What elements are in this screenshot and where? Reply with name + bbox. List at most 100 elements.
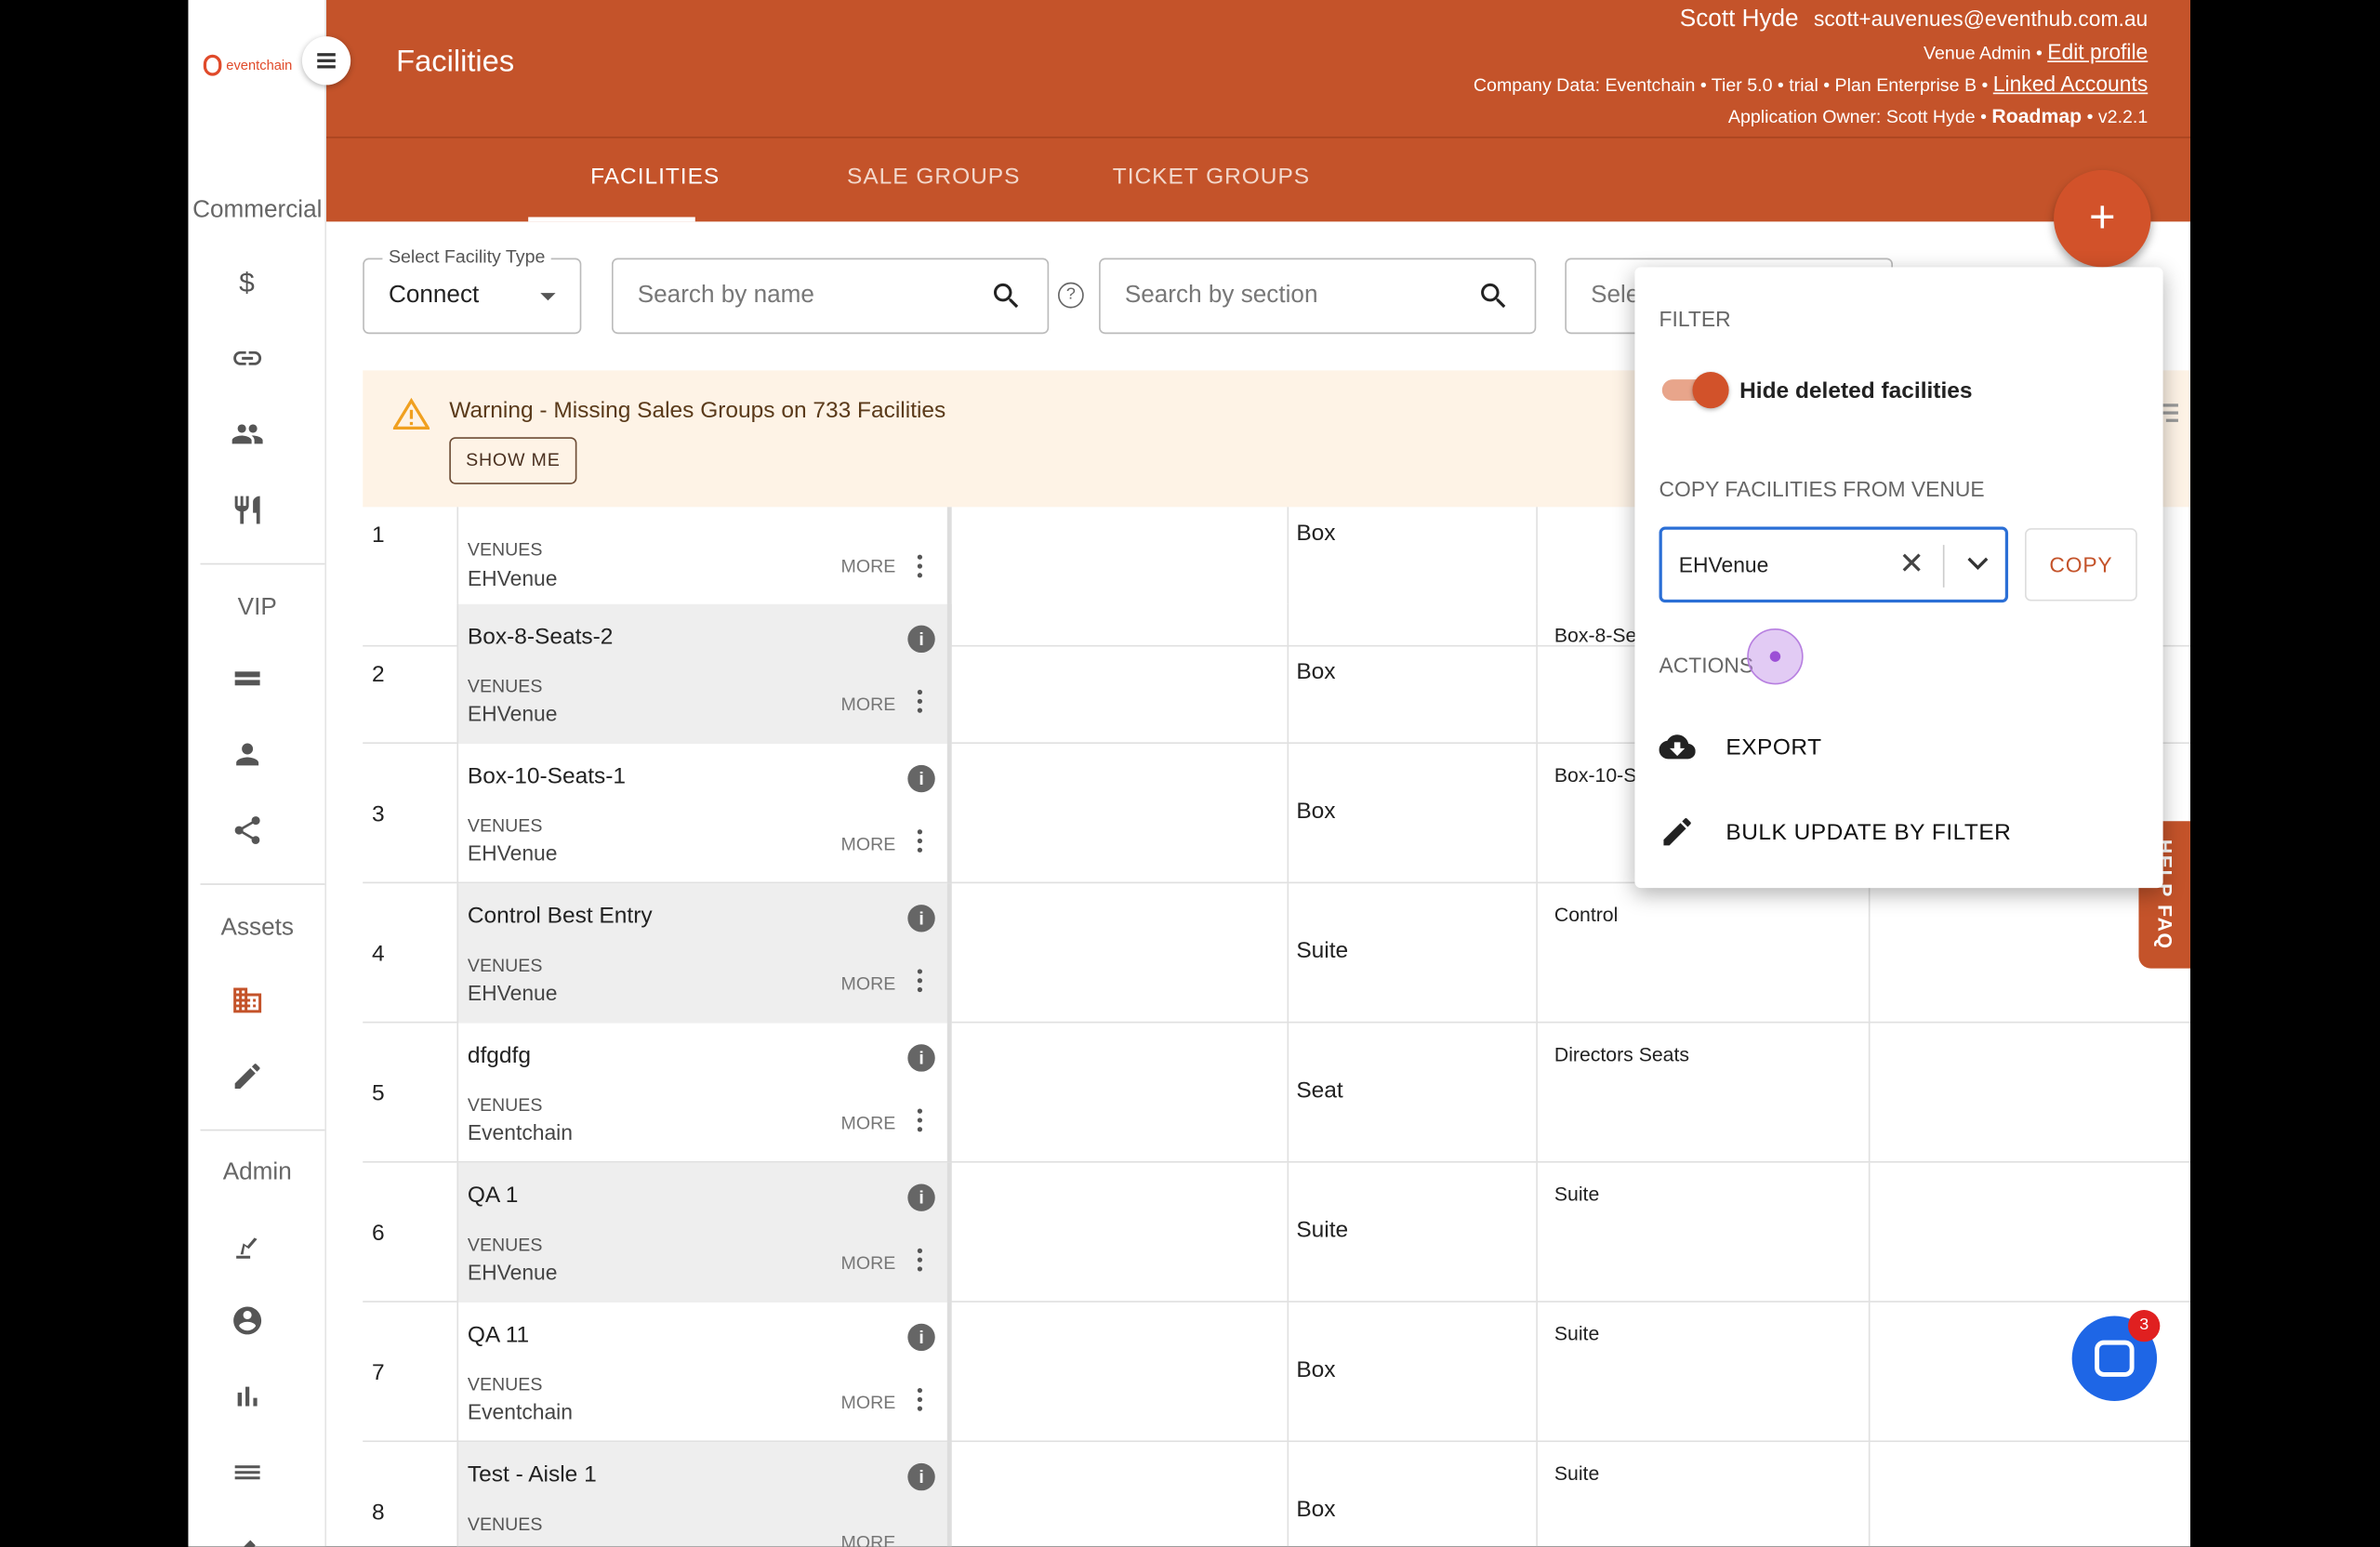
brand-logo[interactable]: eventchain — [203, 54, 292, 76]
facility-section: Box-10-S — [1554, 763, 1637, 787]
bulk-update-action[interactable]: BULK UPDATE BY FILTER — [1659, 813, 2011, 850]
more-button[interactable]: MORE — [841, 556, 896, 577]
chevron-down-icon[interactable] — [1965, 551, 1990, 575]
venue-label: VENUES — [467, 675, 543, 697]
facility-name-cell: dfgdfg i VENUES Eventchain MORE — [456, 1023, 952, 1163]
info-icon[interactable]: i — [907, 1323, 935, 1352]
venue-label: VENUES — [467, 1513, 543, 1535]
facility-type-select[interactable]: Select Facility Type Connect — [363, 245, 582, 335]
tab-sale-groups[interactable]: SALE GROUPS — [847, 164, 1020, 190]
search-name-placeholder: Search by name — [637, 282, 814, 309]
chat-button[interactable]: 3 — [2071, 1310, 2161, 1401]
restaurant-icon[interactable] — [225, 487, 271, 533]
chat-icon — [2095, 1340, 2135, 1377]
more-vert-icon[interactable] — [917, 689, 923, 713]
tab-facilities[interactable]: FACILITIES — [590, 164, 720, 190]
more-button[interactable]: MORE — [841, 694, 896, 715]
robot-arm-icon[interactable] — [225, 1222, 271, 1267]
filter-heading: FILTER — [1659, 306, 1731, 331]
tab-ticket-groups[interactable]: TICKET GROUPS — [1113, 164, 1310, 190]
venue-name: Eventchain — [467, 1399, 573, 1424]
app-version: • v2.2.1 — [2086, 105, 2149, 127]
user-name: Scott Hyde — [1679, 6, 1799, 33]
row-number: 4 — [372, 941, 385, 968]
hamburger-icon — [317, 59, 336, 62]
facility-type: Box — [1296, 521, 1336, 547]
account-circle-icon[interactable] — [225, 1298, 271, 1343]
list-icon[interactable] — [225, 1449, 271, 1495]
edit-profile-link[interactable]: Edit profile — [2047, 39, 2148, 63]
sidebar-section-admin: Admin — [222, 1159, 292, 1186]
company-data: Company Data: Eventchain • Tier 5.0 • tr… — [1473, 74, 1989, 96]
edit-icon[interactable] — [225, 1526, 271, 1547]
more-button[interactable]: MORE — [841, 1113, 896, 1134]
more-vert-icon[interactable] — [917, 1108, 923, 1132]
roadmap-link[interactable]: Roadmap — [1991, 104, 2082, 126]
info-icon[interactable]: i — [907, 764, 935, 793]
application-owner: Application Owner: Scott Hyde • — [1727, 105, 1987, 127]
table-row[interactable]: 4 Control Best Entry i VENUES EHVenue MO… — [363, 883, 2190, 1024]
search-name-input[interactable]: Search by name — [611, 258, 1050, 335]
facility-name-cell: Test - Aisle 1 i VENUES MORE — [456, 1442, 952, 1547]
search-icon[interactable] — [990, 279, 1024, 312]
building-icon[interactable] — [225, 977, 271, 1023]
more-button[interactable]: MORE — [841, 1392, 896, 1413]
table-row[interactable]: 6 QA 1 i VENUES EHVenue MORE Suite Suite — [363, 1162, 2190, 1302]
more-button[interactable]: MORE — [841, 1531, 896, 1546]
person-icon[interactable] — [225, 732, 271, 777]
venue-name: EHVenue — [467, 701, 558, 726]
venue-label: VENUES — [467, 1234, 543, 1256]
more-vert-icon[interactable] — [917, 969, 923, 993]
warning-text: Warning - Missing Sales Groups on 733 Fa… — [449, 397, 946, 424]
info-icon[interactable]: i — [907, 905, 935, 932]
venue-label: VENUES — [467, 538, 543, 561]
dollar-icon[interactable]: $ — [225, 259, 271, 305]
copy-button[interactable]: COPY — [2025, 528, 2137, 602]
info-icon[interactable]: i — [907, 625, 935, 654]
facility-type: Suite — [1296, 1217, 1349, 1244]
linked-accounts-link[interactable]: Linked Accounts — [1993, 72, 2148, 96]
more-button[interactable]: MORE — [841, 1252, 896, 1274]
menu-toggle-button[interactable] — [301, 36, 351, 86]
facility-section: Box-8-Se — [1554, 624, 1637, 647]
hide-deleted-toggle[interactable] — [1661, 372, 1729, 409]
facility-name: dfgdfg — [467, 1042, 531, 1069]
more-vert-icon[interactable] — [917, 1387, 923, 1411]
search-section-input[interactable]: Search by section — [1099, 258, 1537, 335]
venue-select[interactable]: EHVenue ✕ — [1659, 526, 2009, 603]
row-number: 8 — [372, 1500, 385, 1526]
link-icon[interactable] — [225, 336, 271, 381]
table-row[interactable]: 5 dfgdfg i VENUES Eventchain MORE Seat D… — [363, 1023, 2190, 1163]
info-icon[interactable]: i — [907, 1462, 935, 1491]
more-vert-icon[interactable] — [917, 828, 923, 853]
share-icon[interactable] — [225, 808, 271, 853]
info-icon[interactable]: i — [907, 1044, 935, 1072]
page-title: Facilities — [396, 45, 515, 79]
more-button[interactable]: MORE — [841, 833, 896, 854]
add-facility-button[interactable]: + — [2054, 169, 2151, 268]
table-row[interactable]: 8 Test - Aisle 1 i VENUES MORE Box Suite — [363, 1442, 2190, 1547]
info-icon[interactable]: i — [907, 1183, 935, 1211]
ticket-icon[interactable] — [225, 655, 271, 701]
clear-icon[interactable]: ✕ — [1899, 545, 1924, 583]
export-action[interactable]: EXPORT — [1659, 729, 1821, 765]
more-button[interactable]: MORE — [841, 973, 896, 995]
more-vert-icon[interactable] — [917, 1248, 923, 1272]
active-tab-indicator — [528, 217, 695, 222]
facility-name: Control Best Entry — [467, 903, 653, 930]
export-label: EXPORT — [1726, 734, 1822, 760]
pencil-icon[interactable] — [225, 1053, 271, 1099]
show-me-button[interactable]: SHOW ME — [449, 437, 577, 484]
bar-chart-icon[interactable] — [225, 1374, 271, 1420]
facility-section: Suite — [1554, 1461, 1600, 1485]
facility-name-cell: QA 1 i VENUES EHVenue MORE — [456, 1162, 952, 1302]
facility-section: Control — [1554, 903, 1619, 926]
app-window: eventchain Commercial $ VIP Assets Admin… — [188, 0, 2190, 1547]
more-vert-icon[interactable] — [917, 554, 923, 578]
user-info: Scott Hyde scott+auvenues@eventhub.com.a… — [1473, 6, 2149, 127]
search-icon[interactable] — [1477, 279, 1511, 312]
table-row[interactable]: 7 QA 11 i VENUES Eventchain MORE Box Sui… — [363, 1302, 2190, 1443]
people-icon[interactable] — [225, 411, 271, 456]
facility-name-cell: QA 11 i VENUES Eventchain MORE — [456, 1302, 952, 1443]
help-icon[interactable]: ? — [1057, 282, 1084, 309]
